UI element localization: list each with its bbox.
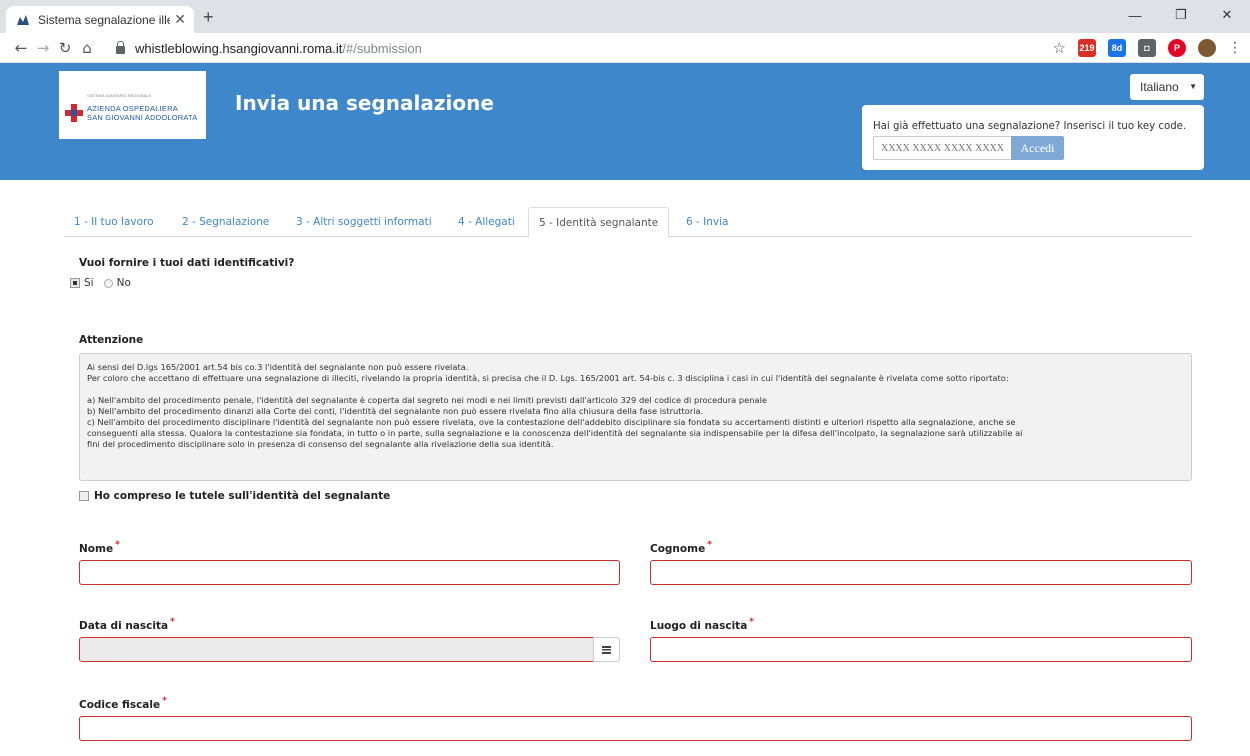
required-mark: * [749, 617, 754, 627]
pinterest-extension-icon[interactable]: P [1168, 39, 1186, 57]
attention-title: Attenzione [79, 334, 144, 346]
browser-toolbar: ← → ↻ ⌂ whistleblowing.hsangiovanni.roma… [0, 33, 1250, 63]
keycode-panel: Hai già effettuato una segnalazione? Ins… [862, 105, 1204, 170]
shield-extension-icon[interactable]: ◘ [1138, 39, 1156, 57]
lock-icon [116, 40, 125, 54]
tab-identita-segnalante[interactable]: 5 - Identità segnalante [528, 207, 670, 238]
site-favicon-icon [16, 13, 30, 27]
tab-allegati[interactable]: 4 - Allegati [448, 207, 525, 237]
attention-line: conseguenti alla stessa. Qualora la cont… [87, 428, 1023, 438]
logo-line-1: AZIENDA OSPEDALIERA [87, 104, 178, 113]
attention-box: Ai sensi del D.lgs 165/2001 art.54 bis c… [79, 353, 1192, 481]
cross-icon [65, 104, 83, 122]
logo-small-text: SISTEMA SANITARIO REGIONALE [87, 93, 152, 98]
data-nascita-label: Data di nascita * [79, 617, 175, 632]
gmail-extension-icon[interactable]: 219 [1078, 39, 1096, 57]
identity-radio-group: Si No [70, 277, 131, 289]
consent-label: Ho compreso le tutele sull'identità del … [94, 490, 391, 502]
radio-si-label: Si [84, 277, 94, 289]
address-bar[interactable]: whistleblowing.hsangiovanni.roma.it/#/su… [108, 36, 1098, 60]
language-select[interactable]: Italiano ▼ [1130, 74, 1204, 100]
consent-row: Ho compreso le tutele sull'identità del … [79, 490, 390, 502]
consent-checkbox[interactable] [79, 491, 89, 501]
url-text: whistleblowing.hsangiovanni.roma.it/#/su… [135, 40, 422, 56]
minimize-icon[interactable]: — [1112, 0, 1158, 30]
home-icon[interactable]: ⌂ [76, 39, 98, 57]
tab-segnalazione[interactable]: 2 - Segnalazione [172, 207, 279, 237]
back-icon[interactable]: ← [10, 39, 32, 57]
restore-icon[interactable]: ❐ [1158, 0, 1204, 30]
menu-dots-icon[interactable]: ⋮ [1228, 40, 1242, 56]
profile-avatar[interactable] [1198, 39, 1216, 57]
nome-input[interactable] [79, 560, 620, 585]
calendar-button[interactable] [593, 637, 620, 662]
tab-il-tuo-lavoro[interactable]: 1 - Il tuo lavoro [64, 207, 164, 237]
radio-no-label: No [116, 277, 131, 289]
language-value: Italiano [1140, 80, 1179, 94]
hospital-logo: SISTEMA SANITARIO REGIONALE AZIENDA OSPE… [59, 71, 206, 139]
luogo-nascita-label: Luogo di nascita * [650, 617, 754, 632]
luogo-nascita-input[interactable] [650, 637, 1192, 662]
required-mark: * [115, 540, 120, 550]
radio-si[interactable] [70, 278, 80, 288]
extension-badge: 219 [1079, 43, 1095, 53]
bookmark-star-icon[interactable]: ☆ [1053, 39, 1066, 57]
calendar-extension-icon[interactable]: 8d [1108, 39, 1126, 57]
reload-icon[interactable]: ↻ [54, 39, 76, 57]
codice-fiscale-label: Codice fiscale * [79, 696, 167, 711]
data-nascita-input[interactable] [79, 637, 594, 662]
identity-question: Vuoi fornire i tuoi dati identificativi? [79, 257, 295, 269]
nome-label: Nome * [79, 540, 120, 555]
extension-badge: 8d [1111, 43, 1123, 53]
required-mark: * [707, 540, 712, 550]
tab-invia[interactable]: 6 - Invia [676, 207, 738, 237]
forward-icon[interactable]: → [32, 39, 54, 57]
step-tabs: 1 - Il tuo lavoro 2 - Segnalazione 3 - A… [64, 207, 1192, 238]
page-title: Invia una segnalazione [235, 91, 494, 115]
attention-line: fini del procedimento disciplinare solo … [87, 439, 554, 449]
attention-line: a) Nell'ambito del procedimento penale, … [87, 395, 767, 405]
keycode-label: Hai già effettuato una segnalazione? Ins… [873, 121, 1187, 132]
cognome-label: Cognome * [650, 540, 712, 555]
page-header: SISTEMA SANITARIO REGIONALE AZIENDA OSPE… [0, 63, 1250, 180]
required-mark: * [162, 696, 167, 706]
close-tab-icon[interactable]: ✕ [174, 11, 186, 28]
browser-tab[interactable]: Sistema segnalazione illeciti - Inv ✕ [6, 6, 194, 33]
required-mark: * [170, 617, 175, 627]
attention-line: b) Nell'ambito del procedimento dinanzi … [87, 406, 704, 416]
keycode-input[interactable] [873, 136, 1011, 160]
extension-icons: ☆ 219 8d ◘ P ⋮ [1053, 39, 1242, 57]
browser-tab-title: Sistema segnalazione illeciti - Inv [38, 12, 171, 27]
calendar-icon [602, 645, 611, 654]
attention-line: Per coloro che accettano di effettuare u… [87, 373, 1009, 383]
close-window-icon[interactable]: ✕ [1204, 0, 1250, 30]
attention-line: c) Nell'ambito del procedimento discipli… [87, 417, 1016, 427]
codice-fiscale-input[interactable] [79, 716, 1192, 741]
cognome-input[interactable] [650, 560, 1192, 585]
attention-line: Ai sensi del D.lgs 165/2001 art.54 bis c… [87, 362, 469, 372]
caret-down-icon: ▼ [1189, 82, 1197, 91]
new-tab-icon[interactable]: + [203, 7, 214, 28]
logo-line-2: SAN GIOVANNI ADDOLORATA [87, 113, 198, 122]
browser-tab-strip: Sistema segnalazione illeciti - Inv ✕ + … [0, 0, 1250, 33]
tab-altri-soggetti-informati[interactable]: 3 - Altri soggetti informati [286, 207, 442, 237]
accedi-button[interactable]: Accedi [1011, 136, 1064, 160]
radio-no[interactable] [103, 278, 113, 288]
window-controls: — ❐ ✕ [1112, 0, 1250, 30]
